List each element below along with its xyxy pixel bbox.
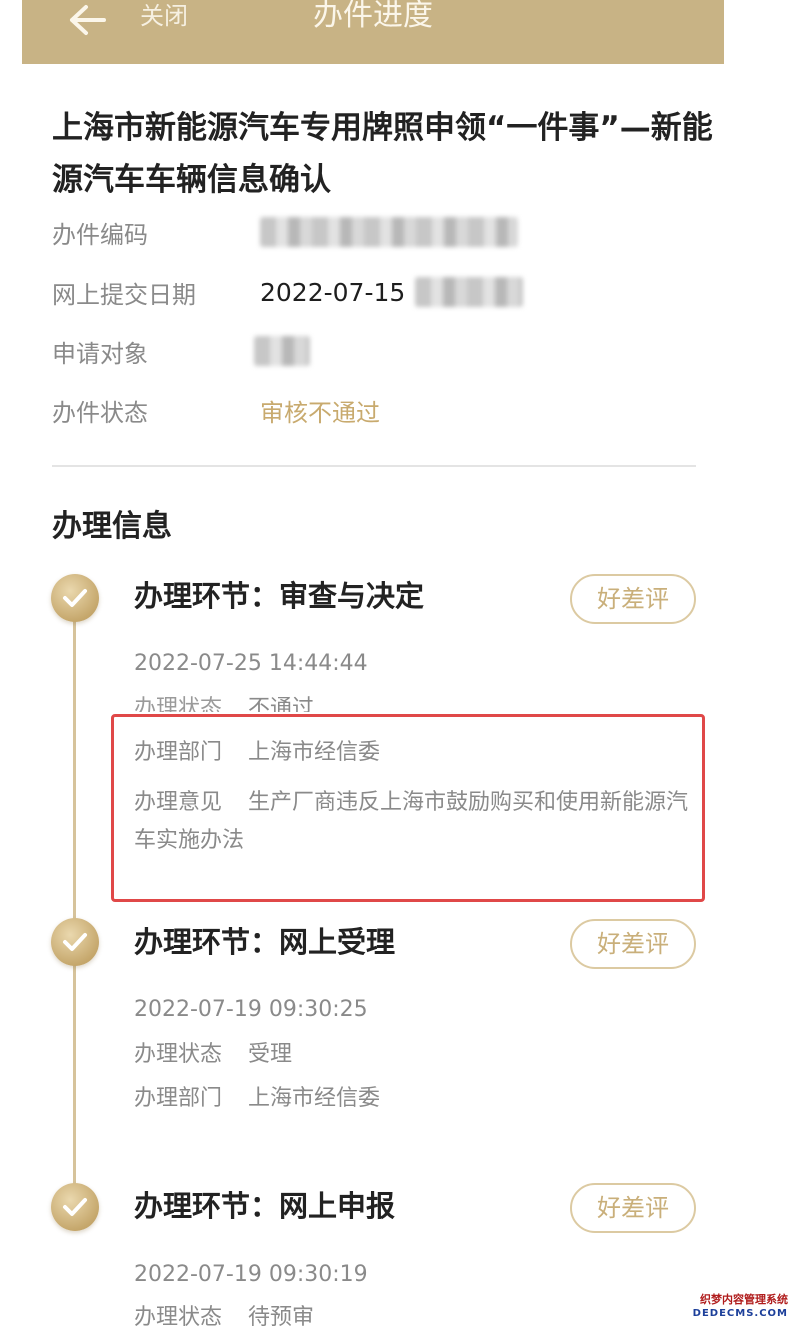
case-title: 上海市新能源汽车专用牌照申领“一件事”—新能源汽车车辆信息确认 bbox=[52, 110, 713, 198]
rate-button[interactable]: 好差评 bbox=[570, 919, 696, 969]
step-dept-value: 上海市经信委 bbox=[248, 1086, 381, 1111]
highlight-box bbox=[111, 714, 705, 902]
submit-date-value: 2022-07-15 bbox=[260, 277, 406, 307]
redacted-case-code bbox=[260, 217, 518, 247]
page-title: 办件进度 bbox=[313, 0, 433, 33]
step-time: 2022-07-19 09:30:19 bbox=[134, 1262, 368, 1287]
step-status: 办理状态 待预审 bbox=[134, 1303, 314, 1329]
case-status-row: 办件状态 审核不通过 bbox=[52, 390, 380, 430]
check-icon bbox=[51, 1183, 99, 1231]
step-dept-label: 办理部门 bbox=[134, 1086, 223, 1111]
step-status-value: 受理 bbox=[248, 1042, 293, 1067]
step-status-label: 办理状态 bbox=[134, 1305, 223, 1329]
case-status-value: 审核不通过 bbox=[260, 398, 380, 427]
rate-button[interactable]: 好差评 bbox=[570, 1183, 696, 1233]
watermark-line1: 织梦内容管理系统 bbox=[700, 1293, 788, 1306]
divider bbox=[52, 465, 696, 467]
redacted-applicant bbox=[254, 336, 310, 366]
step-status-value: 不通过 bbox=[248, 696, 315, 712]
step-status: 办理状态 不通过 bbox=[134, 694, 314, 712]
case-code-label: 办件编码 bbox=[52, 220, 148, 249]
step-status-value: 待预审 bbox=[248, 1305, 315, 1329]
step-time: 2022-07-25 14:44:44 bbox=[134, 651, 368, 676]
step-time: 2022-07-19 09:30:25 bbox=[134, 997, 368, 1022]
submit-date-row: 网上提交日期 2022-07-15 bbox=[52, 272, 524, 312]
case-code-row: 办件编码 bbox=[52, 212, 518, 252]
submit-date-label: 网上提交日期 bbox=[52, 280, 196, 309]
step-title: 办理环节：网上申报 bbox=[134, 1189, 396, 1223]
redacted-submit-time bbox=[415, 277, 524, 307]
case-status-label: 办件状态 bbox=[52, 398, 148, 427]
check-icon bbox=[51, 574, 99, 622]
applicant-label: 申请对象 bbox=[52, 339, 148, 368]
watermark-line2: DEDECMS.COM bbox=[692, 1308, 788, 1319]
timeline-line bbox=[73, 612, 76, 1212]
rate-button[interactable]: 好差评 bbox=[570, 574, 696, 624]
page: 关闭 办件进度 上海市新能源汽车专用牌照申领“一件事”—新能源汽车车辆信息确认 … bbox=[0, 0, 800, 1329]
step-status-label: 办理状态 bbox=[134, 696, 223, 712]
applicant-row: 申请对象 bbox=[52, 331, 310, 371]
watermark: 织梦内容管理系统 DEDECMS.COM bbox=[688, 1291, 792, 1323]
step-status-label: 办理状态 bbox=[134, 1042, 223, 1067]
step-title: 办理环节：网上受理 bbox=[134, 925, 396, 959]
section-title: 办理信息 bbox=[52, 509, 172, 544]
header-bar: 关闭 办件进度 bbox=[22, 0, 724, 64]
check-icon bbox=[51, 918, 99, 966]
step-title: 办理环节：审查与决定 bbox=[134, 579, 425, 613]
step-dept: 办理部门 上海市经信委 bbox=[134, 1084, 380, 1114]
step-status: 办理状态 受理 bbox=[134, 1040, 292, 1070]
